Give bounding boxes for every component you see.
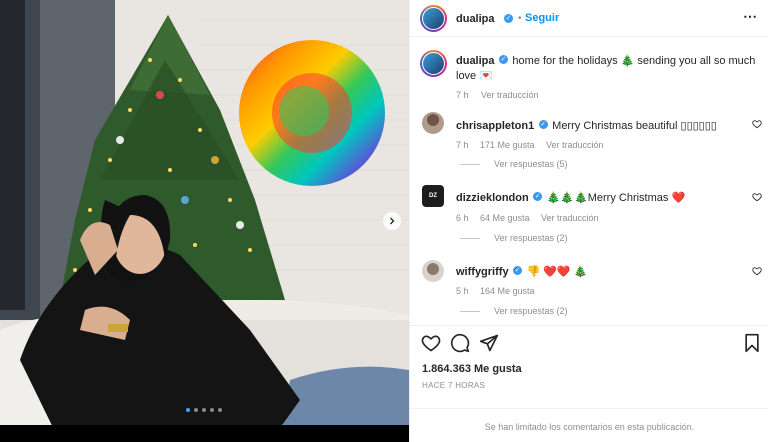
comment-meta: 7 h 171 Me gusta Ver traducción [456, 135, 604, 153]
comment-bubble-icon[interactable] [450, 333, 470, 353]
comment-avatar[interactable] [422, 260, 444, 282]
comments-limited-notice: Se han limitado los comentarios en esta … [484, 422, 695, 432]
verified-badge-icon: ✓ [498, 55, 508, 65]
comment-translate-link[interactable]: Ver traducción [541, 213, 599, 223]
verified-badge-icon: ✓ [533, 192, 543, 202]
carousel-dot [210, 408, 214, 412]
caption-meta: 7 h Ver traducción [456, 85, 539, 103]
comment-body: chrisappleton1 ✓ Merry Christmas beautif… [456, 116, 717, 134]
comment-likes[interactable]: 64 Me gusta [480, 213, 530, 223]
comment-username[interactable]: dizzieklondon [456, 192, 529, 204]
post-header: dualipa ✓ • Seguir ⋯ [410, 0, 768, 37]
comment-translate-link[interactable]: Ver traducción [546, 140, 604, 150]
carousel-indicator [186, 408, 222, 412]
comment-time: 5 h [456, 286, 469, 296]
author-avatar[interactable] [420, 5, 447, 32]
caption-time: 7 h [456, 90, 469, 100]
verified-badge-icon: ✓ [504, 14, 513, 23]
post-side-panel: dualipa ✓ • Seguir ⋯ dualipa ✓ home for … [409, 0, 768, 442]
dot-separator: • [518, 13, 522, 24]
follow-button[interactable]: Seguir [525, 12, 559, 24]
more-options-icon[interactable]: ⋯ [743, 8, 757, 25]
comment-username[interactable]: chrisappleton1 [456, 120, 534, 132]
caption: dualipa ✓ home for the holidays 🎄 sendin… [456, 53, 756, 83]
comment-likes[interactable]: 164 Me gusta [480, 286, 535, 296]
comment-avatar[interactable] [422, 112, 444, 134]
replies-divider [460, 310, 480, 312]
comment-text: Merry Christmas beautiful ▯▯▯▯▯▯ [552, 120, 717, 132]
view-replies-label: Ver respuestas (5) [494, 159, 568, 169]
like-comment-heart-icon[interactable] [752, 266, 762, 276]
post-photo[interactable] [0, 0, 409, 442]
comment-time: 6 h [456, 213, 469, 223]
view-replies-button[interactable]: Ver respuestas (2) [460, 306, 568, 316]
comment-avatar[interactable]: DZ [422, 185, 444, 207]
carousel-dot [202, 408, 206, 412]
author-username[interactable]: dualipa [456, 13, 495, 25]
verified-badge-icon: ✓ [538, 120, 548, 130]
likes-count[interactable]: 1.864.363 Me gusta [422, 363, 522, 375]
divider [410, 408, 768, 409]
caption-translate-link[interactable]: Ver traducción [481, 90, 539, 100]
view-replies-label: Ver respuestas (2) [494, 306, 568, 316]
caption-username[interactable]: dualipa [456, 55, 495, 67]
view-replies-button[interactable]: Ver respuestas (5) [460, 159, 568, 169]
comment-text: 🎄🎄🎄Merry Christmas ❤️ [546, 192, 686, 204]
like-comment-heart-icon[interactable] [752, 192, 762, 202]
carousel-dot [218, 408, 222, 412]
comment-text: 👎 ❤️❤️ 🎄 [526, 266, 588, 278]
next-image-button[interactable] [383, 212, 401, 230]
caption-text-line2: love 💌 [456, 70, 493, 82]
comment-meta: 5 h 164 Me gusta [456, 281, 535, 299]
comment-body: dizzieklondon ✓ 🎄🎄🎄Merry Christmas ❤️ [456, 188, 685, 206]
like-heart-icon[interactable] [421, 333, 441, 353]
replies-divider [460, 163, 480, 165]
comment-username[interactable]: wiffygriffy [456, 266, 509, 278]
caption-avatar[interactable] [420, 50, 447, 77]
comment-time: 7 h [456, 140, 469, 150]
photo-illustration [0, 0, 409, 442]
post-actions: 1.864.363 Me gusta HACE 7 HORAS Se han l… [410, 325, 768, 442]
comment-body: wiffygriffy ✓ 👎 ❤️❤️ 🎄 [456, 262, 587, 280]
share-send-icon[interactable] [479, 333, 499, 353]
view-replies-button[interactable]: Ver respuestas (2) [460, 233, 568, 243]
caption-text-line1: home for the holidays 🎄 sending you all … [512, 55, 756, 67]
verified-badge-icon: ✓ [513, 266, 523, 276]
comment-meta: 6 h 64 Me gusta Ver traducción [456, 208, 599, 226]
carousel-dot [186, 408, 190, 412]
save-bookmark-icon[interactable] [742, 333, 762, 353]
chevron-right-icon [390, 217, 395, 225]
like-comment-heart-icon[interactable] [752, 119, 762, 129]
replies-divider [460, 237, 480, 239]
view-replies-label: Ver respuestas (2) [494, 233, 568, 243]
post-timestamp[interactable]: HACE 7 HORAS [422, 381, 485, 390]
carousel-dot [194, 408, 198, 412]
comment-likes[interactable]: 171 Me gusta [480, 140, 535, 150]
